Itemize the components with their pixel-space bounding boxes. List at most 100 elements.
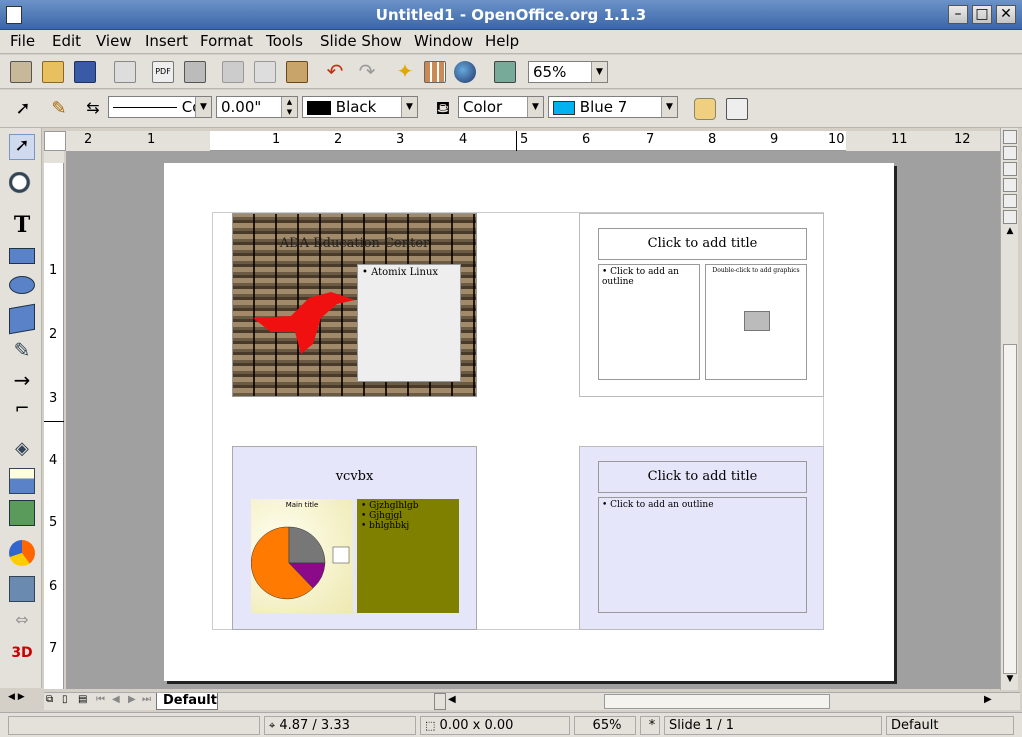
rectangle-tool-icon[interactable] — [9, 248, 35, 264]
ruler-label: 10 — [828, 132, 845, 147]
menu-edit[interactable]: Edit — [52, 32, 81, 50]
horizontal-scrollbar-thumb[interactable] — [604, 694, 830, 709]
undo-icon[interactable]: ↶ — [324, 61, 346, 83]
menu-format[interactable]: Format — [200, 32, 253, 50]
select-arrow-icon[interactable]: ➚ — [12, 98, 34, 120]
3d-effects-tool-icon[interactable]: 3D — [9, 640, 35, 666]
standard-toolbar: PDF ↶ ↷ ✦ 65% ▼ — [0, 55, 1022, 89]
toolbox-scroll[interactable]: ◀ ▶ — [8, 692, 40, 708]
export-pdf-icon[interactable]: PDF — [152, 61, 174, 83]
size-value: 0.00 x 0.00 — [439, 718, 514, 733]
align-tool-icon[interactable] — [9, 468, 35, 494]
scroll-right-icon[interactable]: ▶ — [984, 694, 992, 705]
tab-splitter[interactable] — [434, 693, 446, 710]
new-document-icon[interactable] — [10, 61, 32, 83]
notes-view-icon[interactable]: ▯ — [62, 694, 68, 705]
line-pen-icon[interactable]: ✎ — [48, 98, 70, 120]
spinner-arrows-icon[interactable]: ▲ ▼ — [281, 97, 297, 117]
close-button[interactable]: ✕ — [996, 5, 1016, 24]
slide-view-icon[interactable]: ⧉ — [46, 694, 53, 705]
table-icon[interactable] — [424, 61, 446, 83]
scrollbar-thumb[interactable] — [1003, 344, 1017, 674]
area-color-select[interactable]: Blue 7 ▼ — [548, 96, 678, 118]
view-mode-icon[interactable] — [1003, 146, 1017, 160]
pie-chart-svg — [251, 526, 350, 600]
paste-icon[interactable] — [286, 61, 308, 83]
edit-file-icon[interactable] — [114, 61, 136, 83]
scroll-up-icon[interactable]: ▲ — [1003, 226, 1017, 240]
interaction-tool-icon[interactable]: ⇔ — [9, 610, 35, 636]
cut-icon[interactable] — [222, 61, 244, 83]
vertical-scrollbar[interactable]: ▲ ▼ — [1000, 128, 1018, 690]
3d-object-tool-icon[interactable] — [9, 303, 35, 335]
minimize-button[interactable]: – — [948, 5, 968, 24]
text-tool-icon[interactable]: T — [9, 212, 35, 238]
status-zoom[interactable]: 65% — [574, 716, 636, 735]
slide-thumbnail-1[interactable]: ADA Education Center • Atomix Linux — [232, 213, 477, 397]
maximize-button[interactable]: □ — [972, 5, 992, 24]
handout-view-icon[interactable]: ▤ — [78, 694, 87, 705]
open-folder-icon[interactable] — [42, 61, 64, 83]
horizontal-ruler[interactable]: 2 1 1 2 3 4 5 6 7 8 9 10 11 12 — [66, 131, 1000, 151]
menu-file[interactable]: File — [10, 32, 35, 50]
view-mode-icon[interactable] — [1003, 162, 1017, 176]
chevron-down-icon[interactable]: ▼ — [401, 97, 417, 117]
slide-bullet-text: bhlghbkj — [369, 521, 410, 531]
effects-tool-icon[interactable]: ◈ — [9, 438, 35, 464]
line-style-select[interactable]: Co ▼ — [108, 96, 212, 118]
view-mode-icon[interactable] — [1003, 194, 1017, 208]
curve-tool-icon[interactable]: ✎ — [9, 338, 35, 364]
menu-insert[interactable]: Insert — [145, 32, 188, 50]
object-properties-icon[interactable] — [726, 98, 748, 120]
ruler-corner[interactable] — [44, 131, 66, 151]
scroll-down-icon[interactable]: ▼ — [1003, 674, 1017, 688]
slide-thumbnail-3[interactable]: vcvbx Main title • Gjzhglhlgb • Gjhgjgl … — [232, 446, 477, 630]
last-tab-icon[interactable]: ⏭ — [142, 694, 151, 705]
slide-thumbnail-4[interactable]: Click to add title • Click to add an out… — [579, 446, 824, 630]
menu-view[interactable]: View — [96, 32, 132, 50]
insert-object-tool-icon[interactable] — [9, 576, 35, 602]
zoom-tool-icon[interactable] — [9, 172, 35, 198]
prev-tab-icon[interactable]: ◀ — [112, 694, 120, 705]
chevron-down-icon[interactable]: ▼ — [661, 97, 677, 117]
view-mode-icon[interactable] — [1003, 210, 1017, 224]
slide-thumbnail-2[interactable]: Click to add title • Click to add an out… — [579, 213, 824, 397]
zoom-select[interactable]: 65% ▼ — [528, 61, 608, 83]
save-icon[interactable] — [74, 61, 96, 83]
print-icon[interactable] — [184, 61, 206, 83]
area-style-select[interactable]: Color ▼ — [458, 96, 544, 118]
arrow-style-icon[interactable]: ⇆ — [82, 98, 104, 120]
redo-icon[interactable]: ↷ — [356, 61, 378, 83]
menu-window[interactable]: Window — [414, 32, 473, 50]
vertical-ruler[interactable]: 1 2 3 4 5 6 7 — [44, 151, 64, 689]
chevron-down-icon[interactable]: ▼ — [195, 97, 211, 117]
next-tab-icon[interactable]: ▶ — [128, 694, 136, 705]
ellipse-tool-icon[interactable] — [9, 276, 35, 294]
globe-icon[interactable] — [454, 61, 476, 83]
navigator-star-icon[interactable]: ✦ — [394, 61, 416, 83]
menu-help[interactable]: Help — [485, 32, 519, 50]
slide-bullet-text: Gjhgjgl — [369, 511, 403, 521]
line-arrow-tool-icon[interactable]: → — [9, 368, 35, 394]
handout-page[interactable]: ADA Education Center • Atomix Linux Clic… — [164, 163, 894, 681]
line-width-spinner[interactable]: 0.00" ▲ ▼ — [216, 96, 298, 118]
chevron-down-icon[interactable]: ▼ — [591, 62, 607, 82]
insert-chart-tool-icon[interactable] — [9, 540, 35, 566]
shadow-icon[interactable] — [694, 98, 716, 120]
copy-icon[interactable] — [254, 61, 276, 83]
gallery-icon[interactable] — [494, 61, 516, 83]
connector-tool-icon[interactable]: ⌐ — [9, 398, 35, 424]
view-mode-icon[interactable] — [1003, 130, 1017, 144]
arrange-tool-icon[interactable] — [9, 500, 35, 526]
view-mode-icon[interactable] — [1003, 178, 1017, 192]
line-color-select[interactable]: Black ▼ — [302, 96, 418, 118]
workspace[interactable]: ADA Education Center • Atomix Linux Clic… — [66, 151, 1000, 689]
first-tab-icon[interactable]: ⏮ — [96, 694, 105, 705]
chevron-down-icon[interactable]: ▼ — [527, 97, 543, 117]
menu-tools[interactable]: Tools — [266, 32, 303, 50]
select-tool-icon[interactable]: ➚ — [9, 134, 35, 160]
scroll-left-icon[interactable]: ◀ — [448, 694, 456, 705]
paint-bucket-icon[interactable]: ⛾ — [432, 98, 454, 120]
tab-default[interactable]: Default — [156, 693, 218, 710]
menu-slide-show[interactable]: Slide Show — [320, 32, 402, 50]
